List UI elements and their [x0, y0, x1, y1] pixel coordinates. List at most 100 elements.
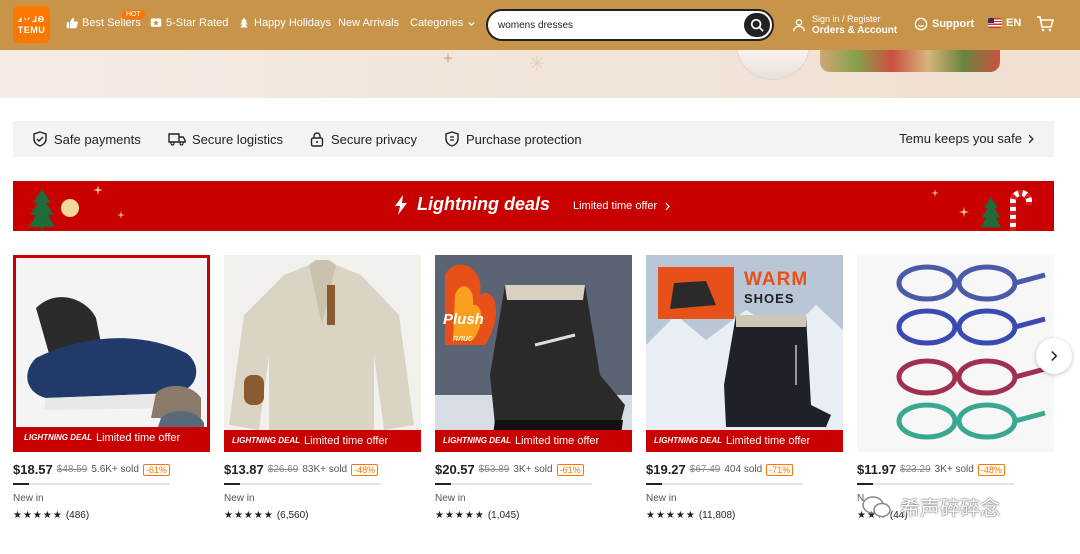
- product-image-reading-glasses[interactable]: [857, 255, 1054, 452]
- language-selector[interactable]: EN: [988, 17, 1021, 29]
- lightning-deals-title: Lightning deals: [393, 194, 550, 215]
- temu-logo[interactable]: ⅎ丷⅃Ѳ TEMU: [13, 6, 50, 43]
- sparkle-icon: [442, 52, 454, 64]
- review-count: (486): [65, 510, 90, 521]
- sparkle-icon: [931, 189, 939, 197]
- warm-label: WARM: [744, 269, 809, 290]
- review-count: (11,808): [698, 510, 736, 521]
- hot-badge: HOT: [122, 10, 145, 19]
- chevron-right-icon: [1028, 134, 1034, 143]
- tree-icon: [240, 17, 248, 28]
- top-header: ⅎ丷⅃Ѳ TEMU Best Sellers HOT 5-Star Rated …: [0, 0, 1080, 50]
- nav-5-star-rated[interactable]: 5-Star Rated: [150, 17, 228, 29]
- thumbs-up-icon: [66, 17, 78, 29]
- cart-button[interactable]: [1036, 15, 1055, 38]
- stars-icon: ★★★★★: [646, 510, 696, 521]
- safety-bar: Safe payments Secure logistics Secure pr…: [13, 121, 1054, 157]
- gifts-decoration: [820, 50, 1000, 72]
- product-card[interactable]: $11.97 $23.29 3K+ sold -48% N ★★★ (44): [857, 255, 1054, 521]
- shield-check-icon: [33, 131, 47, 147]
- glasses-illustration: [857, 255, 1054, 452]
- sales-progress-bar: [435, 483, 592, 485]
- account-menu[interactable]: Sign in / Register Orders & Account: [792, 13, 897, 37]
- carousel-next-button[interactable]: [1036, 338, 1072, 374]
- progress-fill: [224, 483, 240, 485]
- stars-icon: ★★★★★: [435, 510, 485, 521]
- nav-new-arrivals[interactable]: New Arrivals: [338, 17, 399, 29]
- nav-happy-holidays[interactable]: Happy Holidays: [238, 17, 331, 29]
- cart-icon: [1037, 16, 1055, 32]
- product-card[interactable]: Plush плис LIGHTNING DEAL Limited time o…: [435, 255, 632, 521]
- chat-icon: [914, 17, 928, 31]
- discount-badge: -61%: [142, 463, 170, 476]
- review-count: (6,560): [276, 510, 309, 521]
- lightning-deal-badge: LIGHTNING DEAL Limited time offer: [435, 430, 632, 452]
- price-row: $20.57 $53.89 3K+ sold -61%: [435, 462, 632, 477]
- lightning-icon: [395, 194, 407, 215]
- sales-progress-bar: [13, 483, 170, 485]
- product-card[interactable]: WARM SHOES LIGHTNING DEAL Limited time o…: [646, 255, 843, 521]
- stars-icon: ★★★★★: [224, 510, 274, 521]
- lock-icon: [310, 132, 324, 147]
- discount-badge: -71%: [766, 463, 794, 476]
- rating: ★★★★★ (11,808): [646, 510, 843, 521]
- purchase-protection[interactable]: Purchase protection: [444, 131, 582, 147]
- product-image-slip-on-shoes[interactable]: LIGHTNING DEAL Limited time offer: [13, 255, 210, 452]
- product-image-sweater[interactable]: LIGHTNING DEAL Limited time offer: [224, 255, 421, 452]
- search-button[interactable]: [744, 13, 770, 37]
- new-in-label: New in: [646, 493, 677, 504]
- sales-progress-bar: [857, 483, 1014, 485]
- lightning-deals-banner[interactable]: Lightning deals Limited time offer: [13, 181, 1054, 231]
- sales-progress-bar: [224, 483, 381, 485]
- holiday-banner[interactable]: [0, 50, 1080, 98]
- review-count: (1,045): [487, 510, 520, 521]
- sparkle-icon: [959, 207, 969, 217]
- product-card[interactable]: LIGHTNING DEAL Limited time offer $18.57…: [13, 255, 210, 521]
- new-in-label: New in: [13, 493, 44, 504]
- plush-label: Plush: [443, 311, 484, 328]
- snowflake-icon: [530, 56, 544, 70]
- price-row: $19.27 $67.49 404 sold -71%: [646, 462, 843, 477]
- chevron-right-icon: [1051, 350, 1058, 362]
- shoe-illustration: [16, 258, 207, 449]
- secure-logistics[interactable]: Secure logistics: [168, 131, 283, 147]
- product-card[interactable]: LIGHTNING DEAL Limited time offer $13.87…: [224, 255, 421, 521]
- price-row: $11.97 $23.29 3K+ sold -48%: [857, 462, 1054, 477]
- us-flag-icon: [988, 18, 1002, 28]
- chevron-right-icon: [665, 202, 671, 210]
- discount-badge: -48%: [351, 463, 379, 476]
- secure-privacy[interactable]: Secure privacy: [309, 131, 417, 147]
- product-image-warm-shoes[interactable]: WARM SHOES LIGHTNING DEAL Limited time o…: [646, 255, 843, 452]
- rating: ★★★★★ (6,560): [224, 510, 421, 521]
- search-input[interactable]: [488, 19, 728, 31]
- discount-badge: -61%: [556, 463, 584, 476]
- stars-icon: ★★★★★: [13, 510, 63, 521]
- price-row: $18.57 $48.59 5.6K+ sold -61%: [13, 462, 210, 477]
- product-image-plush-boots[interactable]: Plush плис LIGHTNING DEAL Limited time o…: [435, 255, 632, 452]
- progress-fill: [435, 483, 451, 485]
- ornament-decoration: [61, 199, 79, 217]
- sales-progress-bar: [646, 483, 803, 485]
- truck-icon: [168, 133, 186, 146]
- sparkle-icon: [117, 211, 125, 219]
- support-link[interactable]: Support: [914, 17, 974, 31]
- lightning-deal-badge: LIGHTNING DEAL Limited time offer: [224, 430, 421, 452]
- nav-categories[interactable]: Categories: [410, 17, 476, 29]
- safe-payments[interactable]: Safe payments: [32, 131, 141, 147]
- snow-globe-decoration: [736, 50, 810, 80]
- progress-fill: [13, 483, 29, 485]
- limited-time-offer-link[interactable]: Limited time offer: [573, 200, 672, 212]
- rating: ★★★★★ (486): [13, 510, 210, 521]
- search-bar: [486, 9, 774, 41]
- sparkle-icon: [93, 185, 103, 195]
- shoes-label: SHOES: [744, 291, 795, 306]
- progress-fill: [857, 483, 873, 485]
- boot-illustration: [435, 255, 632, 452]
- rating: ★★★★★ (1,045): [435, 510, 632, 521]
- temu-keeps-you-safe-link[interactable]: Temu keeps you safe: [899, 131, 1036, 146]
- new-in-label: New in: [224, 493, 255, 504]
- new-in-label: New in: [435, 493, 466, 504]
- candy-cane-decoration: [1010, 190, 1032, 231]
- star-box-icon: [150, 18, 162, 27]
- sweater-illustration: [224, 255, 421, 452]
